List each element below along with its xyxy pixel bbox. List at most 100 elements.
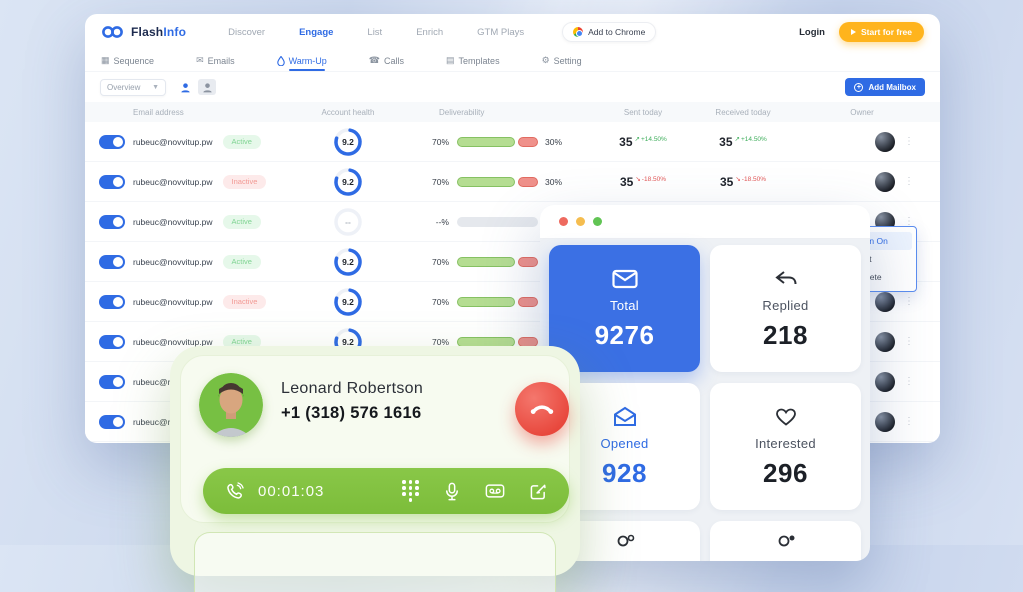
login-link[interactable]: Login xyxy=(799,27,825,38)
sub-navigation: ▦ Sequence ✉ Emails Warm-Up ☎ Calls ▤ Templa… xyxy=(85,50,940,72)
stat-label: Interested xyxy=(755,435,816,451)
table-header: Email address Account health Deliverabil… xyxy=(85,102,940,122)
tab-setting[interactable]: ⚙ Setting xyxy=(542,56,582,66)
brand-name: FlashInfo xyxy=(131,25,187,39)
row-menu-button[interactable]: ⋮ xyxy=(904,136,914,147)
sent-today-value: 35 xyxy=(619,174,634,189)
hangup-button[interactable] xyxy=(515,382,569,436)
col-owner: Owner xyxy=(850,107,874,117)
received-delta: -18.50% xyxy=(735,175,766,183)
stat-label: Opened xyxy=(600,435,649,451)
tab-sequence[interactable]: ▦ Sequence xyxy=(101,56,154,66)
sent-delta: +14.50% xyxy=(635,135,667,143)
row-menu-button[interactable]: ⋮ xyxy=(904,296,914,307)
window-close-dot[interactable] xyxy=(559,217,568,226)
add-mailbox-button[interactable]: + Add Mailbox xyxy=(845,78,925,96)
voicemail-icon[interactable] xyxy=(485,483,505,499)
owner-avatar xyxy=(875,171,895,192)
add-to-chrome-button[interactable]: Add to Chrome xyxy=(562,22,657,42)
mailbox-toggle[interactable] xyxy=(99,174,125,189)
start-for-free-button[interactable]: Start for free xyxy=(838,22,924,42)
mailbox-toggle[interactable] xyxy=(99,334,125,349)
email-address: rubeuc@novvitup.pw xyxy=(133,136,213,147)
single-user-view-button[interactable] xyxy=(176,79,194,95)
stat-label: Replied xyxy=(762,297,809,313)
call-control-bar: 00:01:03 xyxy=(203,468,569,514)
play-icon xyxy=(850,29,856,35)
deliverability-bar-good xyxy=(457,176,515,187)
received-today-value: 35 xyxy=(719,134,733,149)
deliverability-bar-bad xyxy=(518,256,538,267)
tab-emails[interactable]: ✉ Emails xyxy=(196,56,235,66)
add-to-chrome-label: Add to Chrome xyxy=(588,27,646,37)
row-menu-button[interactable]: ⋮ xyxy=(904,376,914,387)
call-icon xyxy=(227,481,244,499)
tab-templates[interactable]: ▤ Templates xyxy=(446,56,500,66)
deliverability-good-label: --% xyxy=(435,216,449,227)
nav-item-enrich[interactable]: Enrich xyxy=(416,27,443,38)
owner-avatar xyxy=(875,371,895,392)
status-badge: Active xyxy=(222,214,261,229)
mailbox-toggle[interactable] xyxy=(99,374,125,389)
window-zoom-dot[interactable] xyxy=(593,217,602,226)
caller-phone: +1 (318) 576 1616 xyxy=(281,404,422,422)
add-mailbox-label: Add Mailbox xyxy=(868,82,916,92)
health-score: 9.2 xyxy=(342,176,354,187)
deliverability-bar-good xyxy=(457,296,515,307)
health-score: 9.2 xyxy=(342,296,354,307)
col-account-health: Account health xyxy=(321,107,375,117)
view-select[interactable]: Overview ▼ xyxy=(100,78,166,96)
caller-name: Leonard Robertson xyxy=(281,380,424,397)
owner-avatar xyxy=(875,331,895,352)
deliverability-good-label: 70% xyxy=(431,136,449,147)
stat-value: 218 xyxy=(763,319,808,350)
health-score: 9.2 xyxy=(342,256,354,267)
health-ring: -- xyxy=(333,207,363,237)
mailbox-toggle[interactable] xyxy=(99,134,125,149)
mailbox-toggle[interactable] xyxy=(99,414,125,429)
template-icon: ▤ xyxy=(446,55,455,65)
owner-avatar xyxy=(875,131,895,152)
deliverability-good-label: 70% xyxy=(431,176,449,187)
call-timer: 00:01:03 xyxy=(258,482,325,500)
heart-icon xyxy=(775,405,797,429)
health-ring: 9.2 xyxy=(333,287,363,317)
brand-logo[interactable]: FlashInfo xyxy=(101,24,186,40)
health-ring: 9.2 xyxy=(333,247,363,277)
table-row: rubeuc@novvitup.pw Inactive 9.2 70% 30% xyxy=(85,162,940,202)
deliverability-bad-label: 30% xyxy=(545,136,563,147)
stat-card-total: Total 9276 xyxy=(549,245,700,372)
mailbox-toggle[interactable] xyxy=(99,294,125,309)
row-menu-button[interactable]: ⋮ xyxy=(904,176,914,187)
tab-warm-up[interactable]: Warm-Up xyxy=(276,55,327,71)
compose-icon[interactable] xyxy=(530,483,547,500)
caller-avatar xyxy=(199,373,263,437)
tab-calls[interactable]: ☎ Calls xyxy=(369,56,404,66)
mailbox-toggle[interactable] xyxy=(99,214,125,229)
deliverability-bar-empty xyxy=(457,216,538,227)
deliverability-bar-bad xyxy=(518,336,538,347)
stats-window: Total 9276 Replied 218 Opened 928 Intere… xyxy=(540,205,870,561)
mailbox-toggle[interactable] xyxy=(99,254,125,269)
team-view-button[interactable] xyxy=(198,79,216,95)
nav-item-engage[interactable]: Engage xyxy=(299,27,333,38)
person-icon xyxy=(180,82,190,92)
status-badge: Active xyxy=(222,134,261,149)
nav-item-list[interactable]: List xyxy=(367,27,382,38)
dialpad-icon[interactable] xyxy=(402,480,419,502)
nav-item-discover[interactable]: Discover xyxy=(228,27,265,38)
col-sent-today: Sent today xyxy=(623,107,663,117)
toolbar: Overview ▼ + Add Mailbox xyxy=(85,72,940,102)
table-row: rubeuc@novvitup.pw Active 9.2 70% 30% xyxy=(85,122,940,162)
health-score: 9.2 xyxy=(342,136,354,147)
deliverability-good-label: 70% xyxy=(431,336,449,347)
row-menu-button[interactable]: ⋮ xyxy=(904,416,914,427)
row-menu-button[interactable]: ⋮ xyxy=(904,336,914,347)
window-minimize-dot[interactable] xyxy=(576,217,585,226)
deliverability-bar-good xyxy=(457,136,515,147)
health-score: -- xyxy=(345,216,351,227)
nav-item-gtm-plays[interactable]: GTM Plays xyxy=(477,27,524,38)
mic-icon[interactable] xyxy=(444,482,460,501)
stats-cards: Total 9276 Replied 218 Opened 928 Intere… xyxy=(540,239,870,561)
stat-value: 9276 xyxy=(594,319,655,350)
